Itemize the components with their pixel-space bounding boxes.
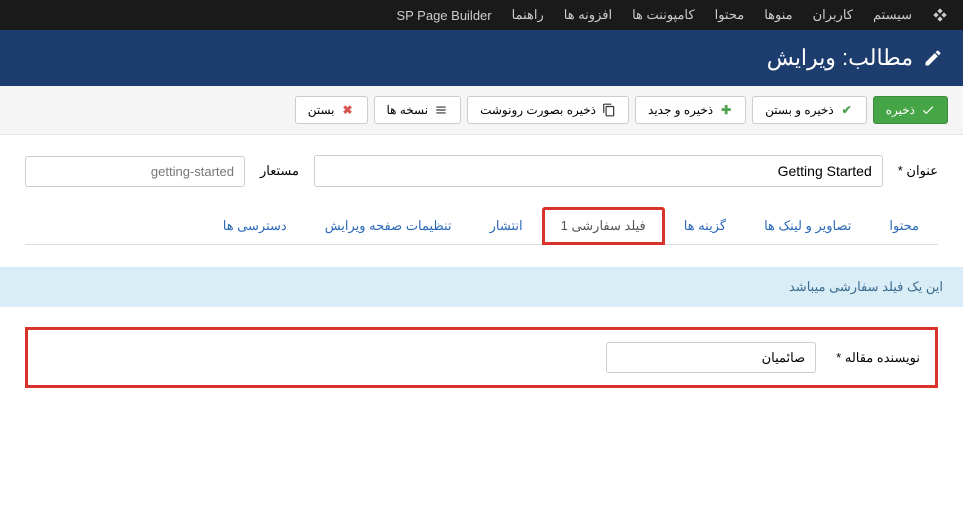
topbar-content[interactable]: محتوا [715,7,745,23]
title-input[interactable] [314,155,883,187]
plus-icon: ✚ [719,103,733,117]
action-toolbar: ذخیره ✔ ذخیره و بستن ✚ ذخیره و جدید ذخیر… [0,86,963,135]
info-bar: این یک فیلد سفارشی میباشد [0,267,963,307]
title-row: عنوان * مستعار [25,155,938,187]
tab-content[interactable]: محتوا [870,207,938,245]
close-label: بستن [308,103,335,117]
topbar-system[interactable]: سیستم [873,7,912,23]
topbar-extensions[interactable]: افزونه ها [564,7,612,23]
versions-label: نسخه ها [387,103,429,117]
pencil-icon [923,48,943,68]
save-copy-button[interactable]: ذخیره بصورت رونوشت [467,96,629,124]
admin-topbar: سیستم کاربران منوها محتوا کامپوننت ها اف… [0,0,963,30]
tab-permissions[interactable]: دسترسی ها [204,207,306,245]
topbar-menus[interactable]: منوها [764,7,792,23]
save-close-label: ذخیره و بستن [765,103,834,117]
custom-field-highlight: نویسنده مقاله * [25,327,938,388]
alias-label: مستعار [260,163,299,179]
page-title: مطالب: ویرایش [767,45,913,71]
form-area: عنوان * مستعار محتوا تصاویر و لینک ها گز… [0,135,963,265]
topbar-users[interactable]: کاربران [813,7,853,23]
title-label: عنوان * [898,163,938,179]
tab-publishing[interactable]: انتشار [471,207,542,245]
topbar-sppagebuilder[interactable]: SP Page Builder [396,8,491,23]
apply-icon [921,103,935,117]
author-field-label: نویسنده مقاله * [836,350,920,366]
tab-images-links[interactable]: تصاویر و لینک ها [745,207,870,245]
check-icon: ✔ [840,103,854,117]
page-titlebar: مطالب: ویرایش [0,30,963,86]
topbar-help[interactable]: راهنما [512,7,544,23]
close-button[interactable]: ✖ بستن [295,96,368,124]
versions-icon [434,103,448,117]
tab-options[interactable]: گزینه ها [665,207,745,245]
save-label: ذخیره [886,103,915,117]
save-new-button[interactable]: ✚ ذخیره و جدید [635,96,746,124]
save-copy-label: ذخیره بصورت رونوشت [480,103,596,117]
alias-input[interactable] [25,156,245,187]
tabs-nav: محتوا تصاویر و لینک ها گزینه ها فیلد سفا… [25,207,938,245]
cancel-icon: ✖ [341,103,355,117]
tab-custom-field-1[interactable]: فیلد سفارشی 1 [542,207,665,245]
versions-button[interactable]: نسخه ها [374,96,462,124]
save-new-label: ذخیره و جدید [648,103,713,117]
joomla-icon [932,7,948,23]
save-close-button[interactable]: ✔ ذخیره و بستن [752,96,867,124]
custom-field-section: نویسنده مقاله * [0,307,963,408]
tab-edit-page-settings[interactable]: تنظیمات صفحه ویرایش [306,207,471,245]
author-field-input[interactable] [606,342,816,373]
save-button[interactable]: ذخیره [873,96,948,124]
copy-icon [602,103,616,117]
topbar-components[interactable]: کامپوننت ها [632,7,695,23]
